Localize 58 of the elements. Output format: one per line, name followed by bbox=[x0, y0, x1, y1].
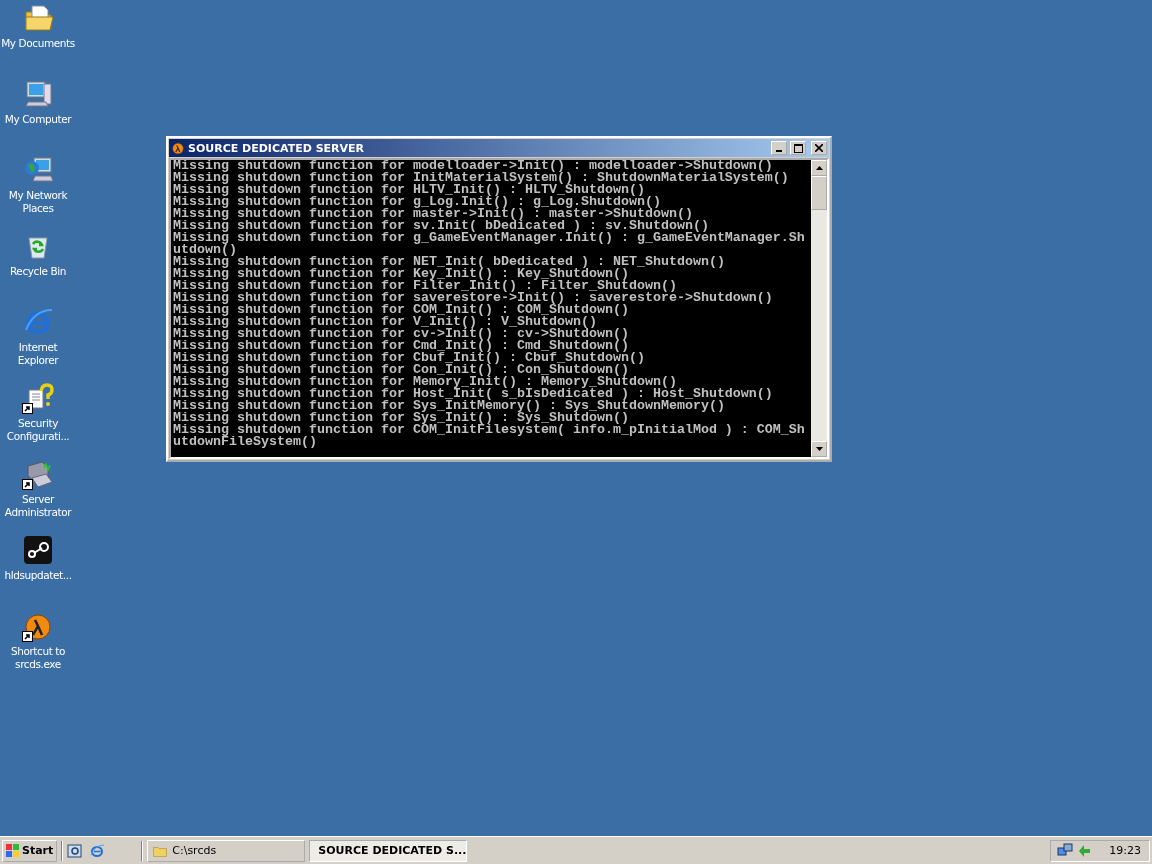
console-line: Missing shutdown function for V_Init() : V_Shutdown() bbox=[173, 316, 597, 328]
start-button[interactable]: Start bbox=[2, 839, 58, 862]
console-line: Missing shutdown function for Con_Init() : Con_Shutdown() bbox=[173, 364, 629, 376]
documents-icon bbox=[22, 2, 54, 34]
lambda-icon bbox=[171, 141, 185, 155]
console-line: Missing shutdown function for Cbuf_Init() : Cbuf_Shutdown() bbox=[173, 352, 646, 364]
desktop-icon-label[interactable]: Server Administrator bbox=[0, 493, 76, 519]
desktop-icon-label[interactable]: Internet Explorer bbox=[0, 341, 76, 367]
window-title: SOURCE DEDICATED SERVER bbox=[188, 141, 366, 155]
shortcut-arrow-icon bbox=[22, 479, 33, 490]
console-line: Missing shutdown function for COM_InitFilesystem( info.m_pInitialMod ) : COM_ShutdownFileSystem() bbox=[173, 424, 806, 448]
windows-logo-icon bbox=[6, 843, 20, 858]
console-line: Missing shutdown function for modelloader->Init() : modelloader->Shutdown() bbox=[173, 160, 773, 172]
shortcut-arrow-icon bbox=[22, 631, 33, 642]
desktop-icon-label[interactable]: My Computer bbox=[0, 113, 76, 126]
network-icon[interactable] bbox=[1057, 842, 1074, 859]
desktop-icon-label[interactable]: Shortcut to srcds.exe bbox=[0, 645, 76, 671]
console-line: Missing shutdown function for COM_Init() : COM_Shutdown() bbox=[173, 304, 629, 316]
console-line: Missing shutdown function for Sys_InitMemory() : Sys_ShutdownMemory() bbox=[173, 400, 725, 412]
console-line: Missing shutdown function for sv.Init( bDedicated ) : sv.Shutdown() bbox=[173, 220, 709, 232]
up-arrow-icon bbox=[815, 166, 823, 170]
console-line: Missing shutdown function for Memory_Init() : Memory_Shutdown() bbox=[173, 376, 677, 388]
console-line: Missing shutdown function for g_GameEventManager.Init() : g_GameEventManager.Shutdown() bbox=[173, 232, 806, 256]
console-line: Missing shutdown function for saverestore->Init() : saverestore->Shutdown() bbox=[173, 292, 774, 304]
scrollbar[interactable] bbox=[811, 160, 827, 457]
desktop-icon-label[interactable]: My Network Places bbox=[0, 189, 76, 215]
steam-icon bbox=[22, 534, 54, 566]
console-line: Missing shutdown function for Sys_Init() : Sys_Shutdown() bbox=[173, 412, 629, 424]
close-icon bbox=[815, 144, 823, 152]
maximize-icon bbox=[793, 143, 803, 153]
minimize-button[interactable] bbox=[771, 141, 787, 155]
scroll-down-button[interactable] bbox=[811, 441, 827, 457]
desktop-icon-label[interactable]: Recycle Bin bbox=[0, 265, 76, 278]
console-line: Missing shutdown function for cv->Init() : cv->Shutdown() bbox=[173, 328, 630, 340]
console-line: Missing shutdown function for Key_Init() : Key_Shutdown() bbox=[173, 268, 629, 280]
taskbar-button[interactable]: SOURCE DEDICATED S... bbox=[309, 839, 468, 862]
console-line: Missing shutdown function for Cmd_Init() : Cmd_Shutdown() bbox=[173, 340, 629, 352]
maximize-button[interactable] bbox=[790, 141, 806, 155]
console-line: Missing shutdown function for g_Log.Init() : g_Log.Shutdown() bbox=[173, 196, 661, 208]
shortcut-arrow-icon bbox=[22, 403, 33, 414]
console-line: Missing shutdown function for master->Init() : master->Shutdown() bbox=[173, 208, 693, 220]
browser-icon[interactable] bbox=[89, 842, 106, 859]
taskbar-button[interactable]: C:\srcds bbox=[147, 839, 306, 862]
console-line: Missing shutdown function for NET_Init( bDedicated ) : NET_Shutdown() bbox=[173, 256, 726, 268]
scroll-thumb[interactable] bbox=[811, 176, 827, 210]
console-line: Missing shutdown function for HLTV_Init() : HLTV_Shutdown() bbox=[173, 184, 645, 196]
console-line: Missing shutdown function for Filter_Init() : Filter_Shutdown() bbox=[173, 280, 677, 292]
desktop-icon-label[interactable]: My Documents bbox=[0, 37, 76, 50]
scroll-up-button[interactable] bbox=[811, 160, 827, 176]
console-line: Missing shutdown function for InitMaterialSystem() : ShutdownMaterialSystem() bbox=[173, 172, 790, 184]
desktop-icon-label[interactable]: hldsupdatet... bbox=[0, 569, 76, 582]
down-arrow-icon bbox=[815, 447, 823, 451]
console-line: Missing shutdown function for Host_Init( s_bIsDedicated ) : Host_Shutdown() bbox=[173, 388, 774, 400]
clock: 19:23 bbox=[1109, 844, 1141, 857]
computer-icon bbox=[22, 78, 54, 110]
desktop-icon-label[interactable]: Security Configurati... bbox=[0, 417, 76, 443]
close-button[interactable] bbox=[811, 141, 827, 155]
desktop-shortcut-icon[interactable] bbox=[67, 842, 84, 859]
